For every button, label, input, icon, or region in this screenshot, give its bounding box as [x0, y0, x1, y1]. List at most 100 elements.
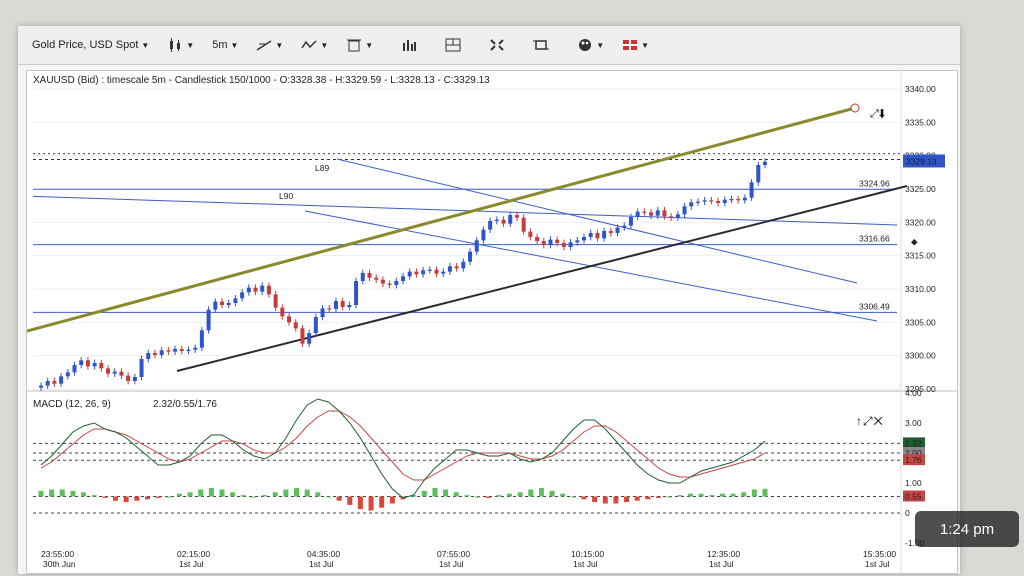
price-tick-label: 3305.00 [905, 317, 936, 327]
macd-histogram-bar [283, 489, 289, 497]
macd-histogram-bar [432, 488, 438, 497]
candle [45, 381, 50, 386]
macd-histogram-bar [294, 488, 300, 497]
candle [474, 240, 479, 252]
candle [682, 206, 687, 215]
toolbar: Gold Price, USD Spot ▼ ▼ 5m ▼ ▼ ▼ ▼ ▼ ▼ [18, 26, 960, 65]
candle [528, 231, 533, 237]
instrument-select[interactable]: Gold Price, USD Spot ▼ [28, 33, 153, 57]
candle [555, 239, 560, 243]
candle [300, 328, 305, 344]
price-tick-label: 3340.00 [905, 84, 936, 94]
candle [347, 305, 352, 307]
candle [595, 233, 600, 239]
macd-histogram-bar [198, 489, 204, 497]
fullscreen-button[interactable] [485, 33, 509, 57]
trash-icon [346, 38, 362, 52]
candle [628, 217, 633, 226]
chart-type-button[interactable]: ▼ [163, 33, 198, 57]
expand-chart-button[interactable]: ⤢⬇ [870, 108, 886, 121]
candle [139, 359, 144, 377]
candle [367, 273, 372, 278]
macd-histogram-bar [155, 496, 161, 498]
macd-header: MACD (12, 26, 9) [33, 399, 111, 410]
candle [327, 308, 332, 310]
macd-histogram-bar [421, 490, 427, 497]
macd-value-label: 1.76 [905, 455, 922, 465]
bar-view-button[interactable] [397, 33, 421, 57]
macd-histogram-bar [368, 496, 374, 511]
candle [99, 363, 104, 369]
price-tick-label: 3300.00 [905, 351, 936, 361]
price-axis-scroll-icon: ◆ [911, 236, 918, 246]
macd-histogram-bar [453, 492, 459, 497]
chart-svg[interactable]: 3340.003335.003330.003325.003320.003315.… [27, 71, 957, 573]
candle [320, 308, 325, 317]
time-tick-label: 10:15:00 [571, 549, 604, 559]
date-tick-label: 1st Jul [439, 559, 464, 569]
candle [360, 273, 365, 281]
candle [494, 219, 499, 221]
candle [159, 350, 164, 355]
line-label-l90: L90 [279, 191, 293, 201]
candle [52, 381, 57, 384]
macd-histogram-bar [719, 493, 725, 497]
layout-button[interactable] [441, 33, 465, 57]
candle [374, 277, 379, 280]
candle [79, 360, 84, 365]
crosshair-button[interactable] [529, 33, 553, 57]
macd-histogram-bar [166, 496, 172, 498]
macd-histogram-bar [325, 496, 331, 498]
color-button[interactable]: ▼ [573, 33, 608, 57]
macd-histogram-bar [549, 490, 555, 497]
macd-histogram-bar [634, 496, 640, 501]
candle [253, 287, 258, 292]
line-tool-button[interactable]: ▼ [252, 33, 287, 57]
macd-panel-controls[interactable]: ↑⤢✕ [856, 414, 884, 429]
macd-histogram-bar [251, 496, 257, 498]
macd-histogram-bar [560, 493, 566, 497]
chevron-down-icon: ▼ [141, 40, 150, 50]
candle [722, 199, 727, 203]
time-tick-label: 07:55:00 [437, 549, 470, 559]
timeframe-select[interactable]: 5m ▼ [208, 33, 242, 57]
macd-histogram-bar [304, 489, 310, 497]
chevron-down-icon: ▼ [186, 40, 195, 50]
candle [608, 231, 613, 233]
candle [521, 217, 526, 232]
macd-histogram-bar [506, 493, 512, 497]
horizontal-line-label: 3316.66 [859, 234, 890, 244]
candle [260, 285, 265, 292]
candle [333, 301, 338, 309]
candle [716, 201, 721, 203]
macd-value-label: 0.55 [905, 492, 922, 502]
chart-area[interactable]: 3340.003335.003330.003325.003320.003315.… [26, 70, 958, 574]
macd-histogram-bar [485, 496, 491, 498]
macd-histogram-bar [336, 496, 342, 501]
candle [414, 271, 419, 275]
crosshair-icon [533, 38, 550, 52]
macd-tick-label: 1.00 [905, 478, 922, 488]
channel-handle [850, 103, 860, 113]
candle [535, 237, 540, 241]
line-tool-icon [256, 38, 272, 52]
macd-histogram-bar [357, 496, 363, 510]
candle [287, 316, 292, 323]
instrument-label: Gold Price, USD Spot [32, 39, 139, 51]
color-palette-icon [577, 38, 593, 52]
indicator-button[interactable]: ▼ [297, 33, 332, 57]
macd-histogram-bar [315, 492, 321, 497]
delete-button[interactable]: ▼ [342, 33, 377, 57]
candle [695, 201, 700, 203]
candle [126, 375, 131, 381]
candle [307, 333, 312, 344]
candle [280, 307, 285, 317]
candle [394, 281, 399, 285]
language-button[interactable]: ▼ [618, 33, 653, 57]
macd-histogram-bar [187, 492, 193, 497]
candle [642, 211, 647, 213]
candle [193, 347, 198, 350]
candle [72, 365, 77, 373]
macd-histogram-bar [624, 496, 630, 503]
date-tick-label: 1st Jul [179, 559, 204, 569]
